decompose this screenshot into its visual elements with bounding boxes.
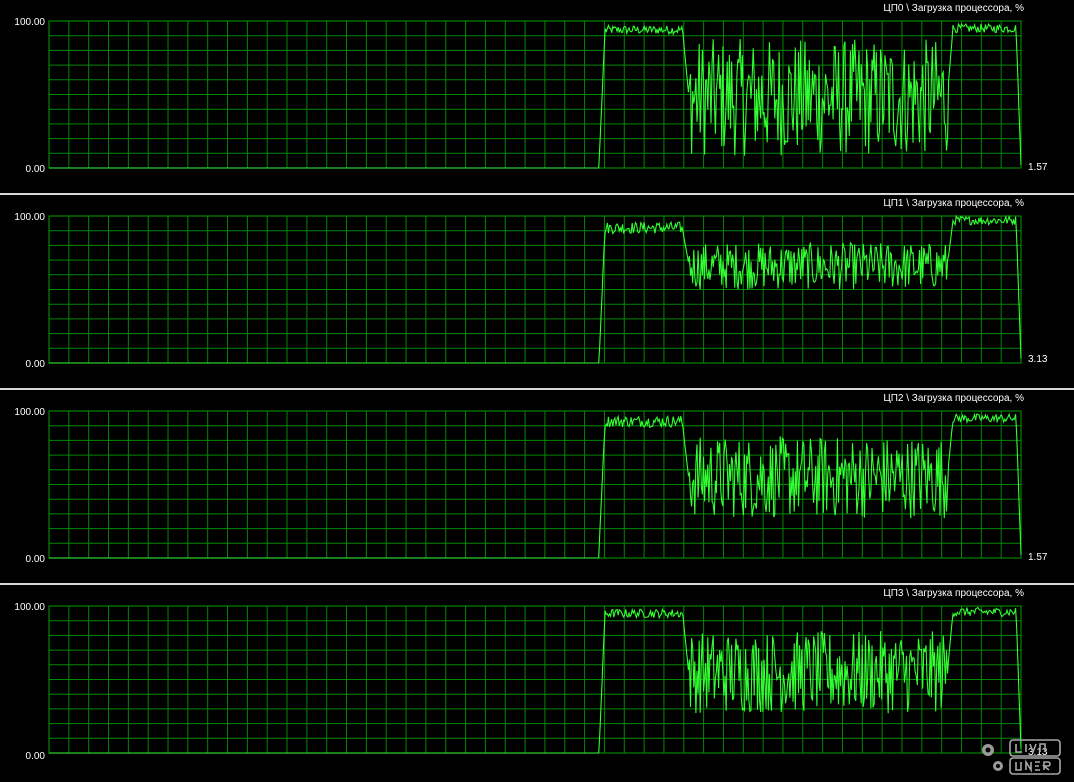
cpu2-current-value: 1.57 [1028,552,1048,563]
cpu0-y-min-label: 0.00 [26,164,46,175]
cpu3-chart: ЦП3 \ Загрузка процессора, % 100.00 0.00… [14,588,1047,762]
cpu2-grid [48,410,1022,559]
cpu1-y-max-label: 100.00 [14,212,45,223]
cpu0-grid [48,20,1022,169]
cpu3-title: ЦП3 \ Загрузка процессора, % [883,588,1024,599]
cpu2-panel: ЦП2 \ Загрузка процессора, % 100.00 0.00… [0,390,1074,583]
cpu1-current-value: 3.13 [1028,354,1048,365]
cpu2-title: ЦП2 \ Загрузка процессора, % [883,393,1024,404]
cpu3-usage-line [49,606,1022,754]
cpu2-y-min-label: 0.00 [26,554,46,565]
watermark-lettering [1009,739,1061,775]
cpu2-usage-line [49,412,1022,559]
cpu2-y-max-label: 100.00 [14,407,45,418]
cpu3-y-max-label: 100.00 [14,602,45,613]
cpu0-y-max-label: 100.00 [14,17,45,28]
cpu0-panel: ЦП0 \ Загрузка процессора, % 100.00 0.00… [0,0,1074,193]
cpu0-current-value: 1.57 [1028,162,1048,173]
watermark-logo [982,739,1061,775]
cpu3-y-min-label: 0.00 [26,751,46,762]
cpu1-panel: ЦП1 \ Загрузка процессора, % 100.00 0.00… [0,195,1074,388]
cpu1-grid [48,215,1022,364]
cpu3-panel: ЦП3 \ Загрузка процессора, % 100.00 0.00… [0,585,1074,782]
cpu0-chart: ЦП0 \ Загрузка процессора, % 100.00 0.00… [14,3,1048,175]
cpu1-title: ЦП1 \ Загрузка процессора, % [883,198,1024,209]
cpu1-chart: ЦП1 \ Загрузка процессора, % 100.00 0.00… [14,198,1048,370]
cpu2-chart: ЦП2 \ Загрузка процессора, % 100.00 0.00… [14,393,1048,565]
cpu0-title: ЦП0 \ Загрузка процессора, % [883,3,1024,14]
cpu1-y-min-label: 0.00 [26,359,46,370]
cpu0-usage-line [49,22,1022,169]
gear-icon [982,744,1003,771]
